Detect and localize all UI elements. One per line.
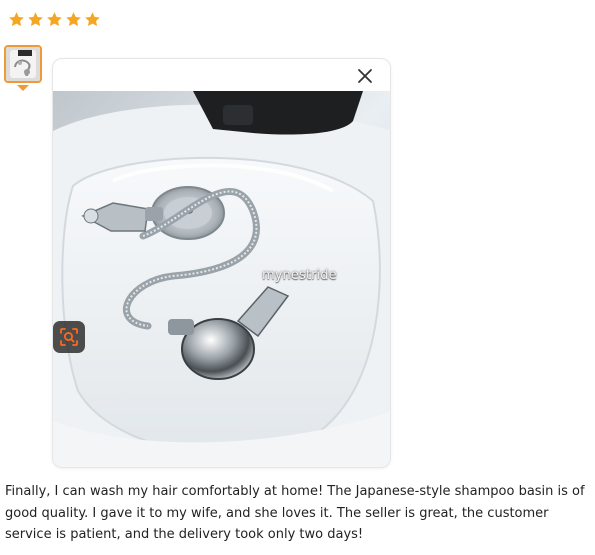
thumbnail-image — [6, 47, 40, 81]
review-photo-thumbnail[interactable] — [4, 45, 42, 83]
star-icon — [9, 12, 24, 27]
star-icon — [47, 12, 62, 27]
visual-search-icon — [60, 328, 78, 346]
thumbnail-selected-indicator — [17, 85, 29, 91]
review-photo: mynestride — [53, 91, 390, 467]
rating-stars — [8, 11, 101, 29]
star-icon — [85, 12, 100, 27]
visual-search-button[interactable] — [53, 321, 85, 353]
image-watermark: mynestride — [262, 268, 337, 283]
star-icon — [28, 12, 43, 27]
close-icon[interactable] — [354, 65, 376, 87]
photo-viewer: mynestride — [52, 58, 391, 468]
star-icon — [66, 12, 81, 27]
review-text: Finally, I can wash my hair comfortably … — [5, 484, 585, 542]
